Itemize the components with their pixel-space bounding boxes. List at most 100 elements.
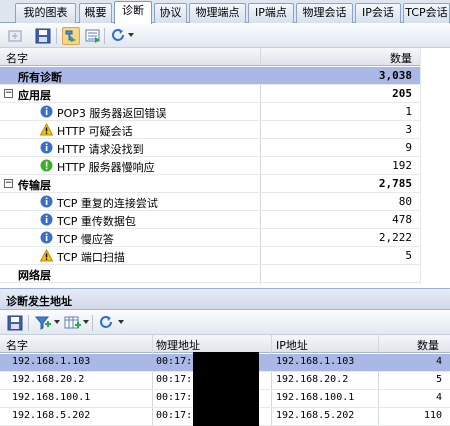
collapse-icon[interactable]: − [4, 179, 13, 188]
tree-row-item[interactable]: TCP 慢应答 2,222 [0, 229, 420, 247]
cell-name: 192.168.100.1 [12, 392, 91, 403]
tree-row-item[interactable]: HTTP 可疑会话 3 [0, 121, 420, 139]
row-label: 应用层 [18, 89, 51, 102]
diagnosis-tree-grid: 名字 数量 所有诊断 3,038 − 应用层 205 POP3 服务器返回错误 … [0, 48, 450, 284]
tab-tcp-sessions[interactable]: TCP会话 [403, 3, 450, 23]
diagnosis-header: 名字 数量 [0, 48, 450, 66]
row-count: 5 [405, 249, 412, 262]
refresh-icon[interactable] [97, 314, 115, 332]
row-label: TCP 慢应答 [57, 233, 114, 246]
info-icon [40, 141, 53, 154]
row-count: 2,222 [378, 231, 412, 244]
column-header-name[interactable]: 名字 [6, 50, 28, 66]
row-count: 3 [405, 123, 412, 136]
cell-name: 192.168.20.2 [12, 374, 85, 385]
row-count: 1 [405, 105, 412, 118]
row-label: HTTP 可疑会话 [57, 125, 133, 138]
info-icon [40, 105, 53, 118]
info-icon [40, 195, 53, 208]
cell-mac: 00:17: [156, 410, 193, 421]
cell-ip: 192.168.1.103 [276, 356, 355, 367]
row-count: 3,038 [378, 69, 412, 82]
tab-bar: 我的图表 概要 诊断 协议 物理端点 IP端点 物理会话 IP会话 TCP会话 [0, 0, 450, 24]
cell-ip: 192.168.100.1 [276, 392, 355, 403]
address-header: 名字 物理地址 IP地址 数量 [0, 335, 450, 353]
tab-diagnosis[interactable]: 诊断 [114, 1, 152, 24]
tab-ip-endpoints[interactable]: IP端点 [248, 3, 294, 23]
save-icon[interactable] [6, 314, 24, 332]
tree-row-item[interactable]: TCP 重传数据包 478 [0, 211, 420, 229]
save-icon[interactable] [34, 27, 52, 45]
row-label: 网络层 [18, 269, 51, 282]
tree-row-group-transport[interactable]: − 传输层 2,785 [0, 175, 420, 193]
toolbar-separator [28, 315, 29, 331]
columns-icon[interactable] [63, 314, 81, 332]
redaction-block [193, 352, 259, 426]
filter-icon[interactable] [34, 314, 52, 332]
view-tree-icon[interactable] [62, 27, 80, 45]
column-header-count[interactable]: 数量 [390, 50, 412, 66]
filter-dropdown-icon[interactable] [54, 320, 60, 324]
tree-row-group-application[interactable]: − 应用层 205 [0, 85, 420, 103]
warning-icon [40, 123, 53, 136]
tab-summary[interactable]: 概要 [79, 3, 112, 23]
tree-row-item[interactable]: POP3 服务器返回错误 1 [0, 103, 420, 121]
cell-count: 4 [435, 392, 442, 403]
cell-ip: 192.168.20.2 [276, 374, 349, 385]
row-label: POP3 服务器返回错误 [57, 107, 167, 120]
cell-count: 5 [435, 374, 442, 385]
row-label: 所有诊断 [18, 71, 62, 84]
tab-my-charts[interactable]: 我的图表 [15, 3, 76, 23]
tree-row-group-network[interactable]: 网络层 [0, 265, 420, 283]
address-panel-title: 诊断发生地址 [0, 288, 450, 310]
row-label: HTTP 服务器慢响应 [57, 161, 155, 174]
cell-name: 192.168.1.103 [12, 356, 91, 367]
tree-row-item[interactable]: HTTP 服务器慢响应 192 [0, 157, 420, 175]
row-count: 478 [392, 213, 412, 226]
row-count: 80 [398, 195, 412, 208]
tab-physical-sessions[interactable]: 物理会话 [296, 3, 353, 23]
cell-mac: 00:17: [156, 374, 193, 385]
column-header-count[interactable]: 数量 [417, 337, 439, 353]
tab-ip-sessions[interactable]: IP会话 [355, 3, 401, 23]
cell-mac: 00:17: [156, 392, 193, 403]
row-count: 9 [405, 141, 412, 154]
diagnosis-toolbar [0, 24, 450, 48]
tree-row-item[interactable]: HTTP 请求没找到 9 [0, 139, 420, 157]
column-header-name[interactable]: 名字 [6, 337, 28, 353]
ok-icon [40, 159, 53, 172]
columns-dropdown-icon[interactable] [83, 320, 89, 324]
tree-row-item[interactable]: TCP 端口扫描 5 [0, 247, 420, 265]
warning-icon [40, 249, 53, 262]
row-label: TCP 重传数据包 [57, 215, 136, 228]
row-count: 2,785 [378, 177, 412, 190]
column-header-mac[interactable]: 物理地址 [156, 337, 200, 353]
tree-row-item[interactable]: TCP 重复的连接尝试 80 [0, 193, 420, 211]
info-icon [40, 231, 53, 244]
refresh-icon[interactable] [109, 27, 127, 45]
row-count: 205 [392, 87, 412, 100]
refresh-dropdown-icon[interactable] [118, 320, 124, 324]
info-icon [40, 213, 53, 226]
tab-physical-endpoints[interactable]: 物理端点 [189, 3, 246, 23]
cell-mac: 00:17: [156, 356, 193, 367]
row-count: 192 [392, 159, 412, 172]
cell-count: 4 [435, 356, 442, 367]
address-toolbar [0, 311, 450, 335]
collapse-icon[interactable]: − [4, 89, 13, 98]
vertical-scrollbar[interactable] [420, 48, 450, 284]
tree-row-total[interactable]: 所有诊断 3,038 [0, 67, 420, 85]
row-label: 传输层 [18, 179, 51, 192]
tab-protocol[interactable]: 协议 [154, 3, 187, 23]
row-label: TCP 重复的连接尝试 [57, 197, 158, 210]
toolbar-separator [56, 28, 57, 44]
refresh-dropdown-icon[interactable] [128, 33, 134, 37]
export-icon[interactable] [6, 27, 24, 45]
row-label: HTTP 请求没找到 [57, 143, 144, 156]
cell-ip: 192.168.5.202 [276, 410, 355, 421]
row-label: TCP 端口扫描 [57, 251, 125, 264]
toolbar-separator [92, 315, 93, 331]
column-header-ip[interactable]: IP地址 [276, 337, 308, 353]
toolbar-separator [104, 28, 105, 44]
view-list-icon[interactable] [84, 27, 102, 45]
